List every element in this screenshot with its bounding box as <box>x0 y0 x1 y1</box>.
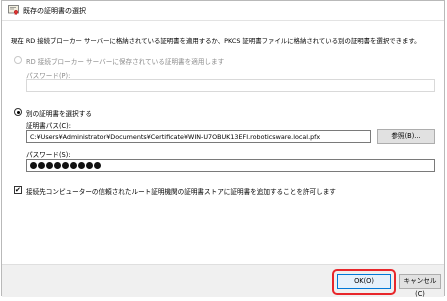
radio-stored-certificate[interactable] <box>14 56 22 64</box>
ok-button[interactable]: OK(O) <box>337 274 391 289</box>
radio-other-certificate[interactable] <box>14 108 22 116</box>
cancel-button[interactable]: キャンセル(C) <box>399 274 441 298</box>
password-dot <box>86 162 93 169</box>
password-dot <box>38 162 45 169</box>
password-dot <box>94 162 101 169</box>
browse-button[interactable]: 参照(B)... <box>377 129 435 144</box>
password-dot <box>62 162 69 169</box>
password-dot <box>78 162 85 169</box>
title-divider <box>2 20 444 21</box>
radio-stored-certificate-label: RD 接続ブローカー サーバーに保存されている証明書を適用します <box>26 58 225 66</box>
intro-text: 現在 RD 接続ブローカー サーバーに格納されている証明書を適用するか、PKCS… <box>11 37 421 45</box>
certificate-path-value: C:¥Users¥Administrator¥Documents¥Certifi… <box>30 133 321 141</box>
stored-password-input[interactable] <box>26 79 435 92</box>
certificate-password-input[interactable] <box>26 159 435 172</box>
password-dot <box>46 162 53 169</box>
certificate-icon <box>8 5 19 15</box>
check-mark-icon: ✔ <box>15 186 21 194</box>
password-dot <box>54 162 61 169</box>
certificate-path-label: 証明書パス(C): <box>26 122 71 130</box>
password-dot <box>30 162 37 169</box>
certificate-path-input[interactable]: C:¥Users¥Administrator¥Documents¥Certifi… <box>26 130 371 143</box>
window-title: 既存の証明書の選択 <box>23 7 86 15</box>
password-mask <box>30 162 102 170</box>
radio-other-certificate-label: 別の証明書を選択する <box>26 110 92 118</box>
certificate-password-label: パスワード(S): <box>26 151 71 159</box>
allow-root-store-label: 接続先コンピューターの信頼されたルート証明機関の証明書ストアに証明書を追加するこ… <box>26 188 336 196</box>
select-certificate-dialog: 既存の証明書の選択 現在 RD 接続ブローカー サーバーに格納されている証明書を… <box>1 0 445 298</box>
password-dot <box>70 162 77 169</box>
title-bar: 既存の証明書の選択 <box>2 1 444 20</box>
allow-root-store-checkbox[interactable]: ✔ <box>14 186 22 194</box>
